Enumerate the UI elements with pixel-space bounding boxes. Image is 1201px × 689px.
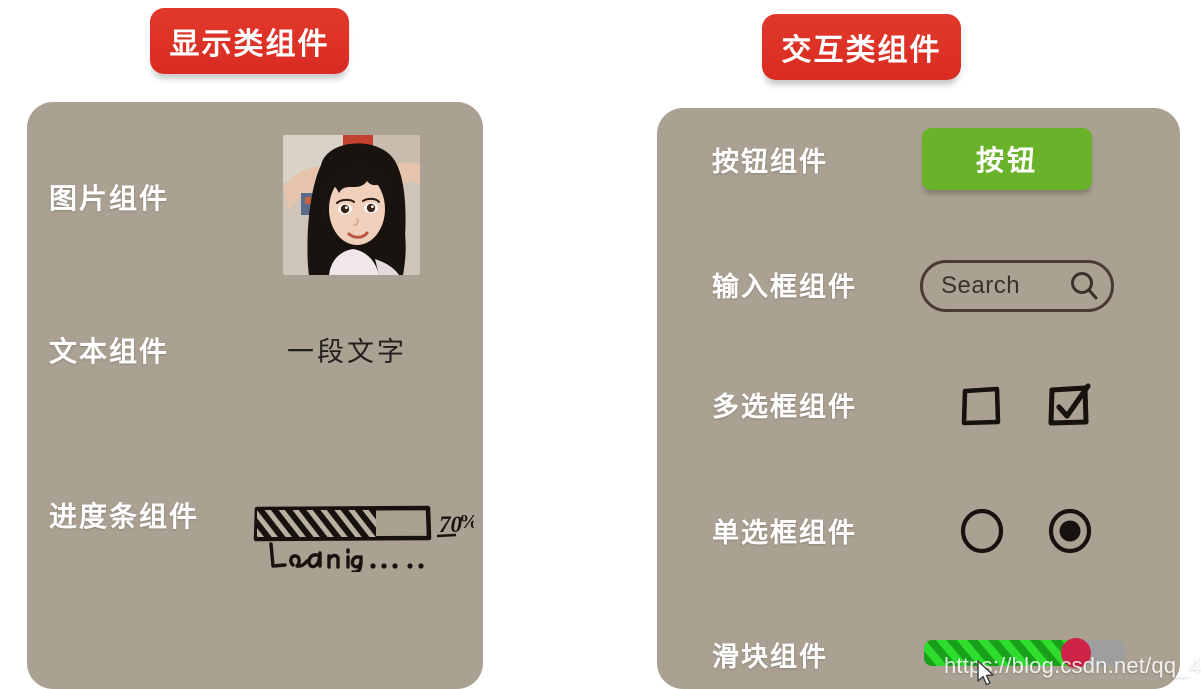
checkbox-unchecked-icon[interactable] — [957, 382, 1005, 430]
search-input[interactable]: Search — [920, 260, 1114, 312]
row-progress-component: 进度条组件 — [49, 495, 199, 535]
tab-interactive-label: 交互类组件 — [781, 34, 942, 67]
interactive-components-panel: 按钮组件 按钮 输入框组件 Search 多选框组件 单选框组件 滑块组件 — [657, 108, 1180, 689]
checkbox-group — [957, 380, 1095, 432]
tab-display-components[interactable]: 显示类组件 — [150, 8, 349, 74]
checkbox-checked-icon[interactable] — [1043, 380, 1095, 432]
label-radio-component: 单选框组件 — [712, 518, 857, 548]
label-button-component: 按钮组件 — [712, 147, 828, 177]
portrait-photo — [283, 135, 420, 275]
label-image-component: 图片组件 — [49, 183, 170, 214]
row-image-component: 图片组件 — [49, 177, 169, 217]
search-input-placeholder: Search — [941, 272, 1021, 299]
demo-slider[interactable] — [922, 636, 1127, 670]
radio-group — [957, 506, 1095, 556]
label-checkbox-component: 多选框组件 — [712, 392, 857, 422]
row-button-component: 按钮组件 — [712, 140, 828, 179]
radio-unselected-icon[interactable] — [957, 506, 1007, 556]
row-slider-component: 滑块组件 — [712, 635, 828, 674]
text-component-value: 一段文字 — [287, 337, 407, 367]
progress-bar-illustration: 70 % — [249, 482, 474, 572]
label-progress-component: 进度条组件 — [49, 501, 200, 532]
label-text-component: 文本组件 — [49, 336, 170, 367]
row-input-component: 输入框组件 — [712, 265, 857, 304]
tab-interactive-components[interactable]: 交互类组件 — [762, 14, 961, 80]
demo-button[interactable]: 按钮 — [922, 128, 1092, 190]
row-checkbox-component: 多选框组件 — [712, 385, 857, 424]
radio-selected-icon[interactable] — [1045, 506, 1095, 556]
search-icon — [1067, 269, 1101, 303]
label-input-component: 输入框组件 — [712, 272, 857, 302]
row-text-component: 文本组件 — [49, 330, 169, 370]
tab-display-label: 显示类组件 — [169, 28, 330, 61]
row-radio-component: 单选框组件 — [712, 511, 857, 550]
display-components-panel: 图片组件 文本组件 一段文字 进度条组件 70 — [27, 102, 483, 689]
label-slider-component: 滑块组件 — [712, 642, 828, 672]
svg-text:%: % — [459, 511, 474, 533]
